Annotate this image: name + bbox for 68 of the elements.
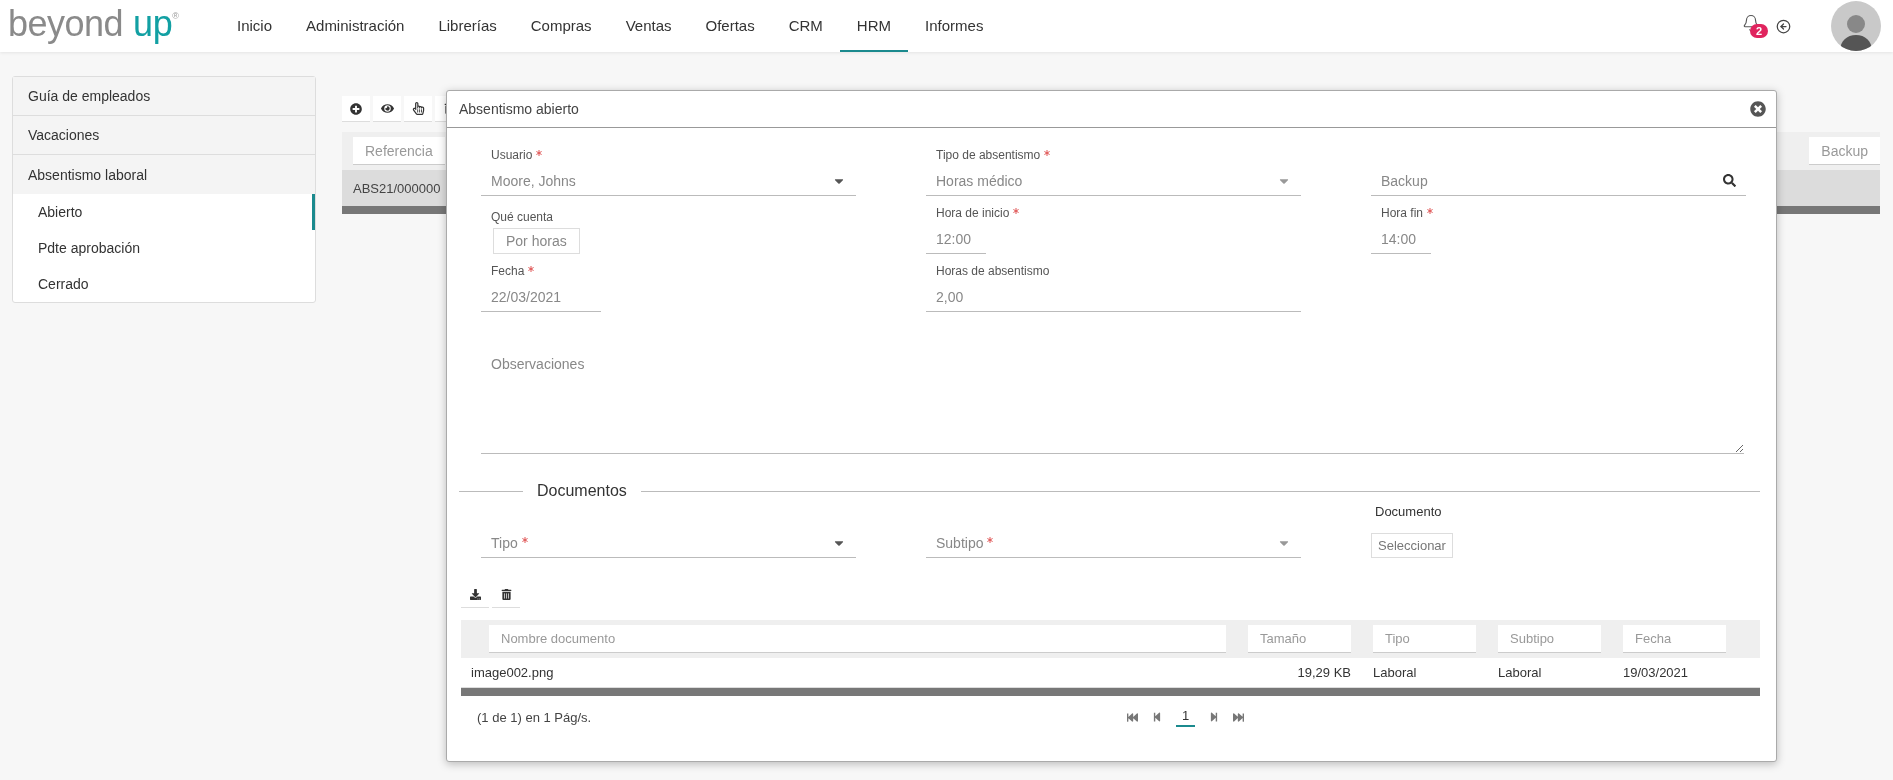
last-page-button[interactable] (1233, 711, 1245, 723)
nav-tab[interactable]: Ofertas (688, 0, 772, 52)
sidebar-subitem[interactable]: Cerrado (13, 266, 315, 302)
table-cell-text: Laboral (1373, 665, 1418, 680)
eye-icon (380, 102, 394, 115)
nav-tab[interactable]: CRM (771, 0, 840, 52)
close-button[interactable] (1750, 101, 1766, 117)
nav-tab[interactable]: Informes (908, 0, 1001, 52)
table-cell-text: Laboral (1498, 665, 1543, 680)
time-field[interactable]: 14:00 (1371, 224, 1431, 254)
search-icon (1723, 174, 1736, 187)
nav-tab[interactable]: Ventas (608, 0, 689, 52)
table-cell-text: image002.png (471, 665, 555, 680)
required-asterisk-icon (1427, 208, 1434, 214)
dropdown-field[interactable]: Tipo (481, 528, 856, 558)
hand-pointer-icon (411, 102, 425, 115)
dropdown-field[interactable]: Moore, Johns (481, 166, 856, 196)
field-label: Documento (1374, 504, 1443, 519)
sidebar-item[interactable]: Vacaciones (13, 116, 315, 155)
dropdown-field[interactable]: Subtipo (926, 528, 1301, 558)
notification-badge: 2 (1750, 24, 1769, 38)
field-label: Hora fin (1371, 206, 1746, 220)
dialog-title: Absentismo abierto (459, 101, 579, 117)
sidebar-item[interactable]: Guía de empleados (13, 77, 315, 116)
required-asterisk-icon (521, 536, 528, 543)
field-label: Fecha (481, 264, 856, 278)
section-title: Documentos (537, 482, 627, 500)
select-file-button[interactable]: Seleccionar (1371, 533, 1453, 558)
field-label: Horas de absentismo (935, 264, 1051, 278)
date-field[interactable]: 22/03/2021 (481, 282, 601, 312)
pagination-summary: (1 de 1) en 1 Pág/s. (477, 709, 592, 725)
horizontal-scrollbar[interactable] (461, 688, 1760, 696)
required-asterisk-icon (1044, 150, 1051, 156)
sidebar-item[interactable]: Absentismo laboral (13, 155, 315, 194)
first-page-button[interactable] (1127, 711, 1138, 723)
field-label: Usuario (481, 148, 856, 162)
sidebar-subitem[interactable]: Pdte aprobación (13, 230, 315, 266)
field-label: Qué cuenta (490, 210, 555, 224)
count-mode-button[interactable]: Por horas (493, 228, 580, 254)
trash-icon (500, 589, 512, 600)
nav-tab[interactable]: Inicio (220, 0, 290, 52)
nav-tab[interactable]: HRM (839, 0, 909, 52)
logo: beyond up® (8, 3, 180, 45)
time-field[interactable]: 12:00 (926, 224, 986, 254)
download-icon (469, 589, 481, 600)
required-asterisk-icon (987, 536, 994, 543)
sidebar-subitem[interactable]: Abierto (13, 194, 315, 230)
input-field[interactable]: 2,00 (926, 282, 1301, 312)
dropdown-field[interactable]: Horas médico (926, 166, 1301, 196)
nav-tab[interactable]: Compras (513, 0, 609, 52)
required-asterisk-icon (536, 150, 543, 156)
previous-page-button[interactable] (1152, 712, 1162, 722)
table-cell-text: 19/03/2021 (1623, 665, 1690, 680)
nav-tab[interactable]: Librerías (421, 0, 514, 52)
nav-tab[interactable]: Administración (289, 0, 422, 52)
search-field[interactable]: Backup (1381, 172, 1723, 189)
pointer-button[interactable] (404, 96, 432, 122)
next-page-button[interactable] (1209, 712, 1220, 722)
field-label: Tipo de absentismo (926, 148, 1301, 162)
required-asterisk-icon (528, 266, 535, 272)
required-asterisk-icon (1013, 208, 1020, 214)
field-label: Hora de inicio (926, 206, 1301, 220)
avatar[interactable] (1831, 1, 1881, 51)
add-button[interactable] (342, 96, 370, 122)
view-button[interactable] (373, 96, 401, 122)
page-number[interactable]: 1 (1176, 707, 1196, 727)
table-cell-text: 19,29 KB (1296, 665, 1352, 680)
plus-icon (350, 102, 362, 115)
